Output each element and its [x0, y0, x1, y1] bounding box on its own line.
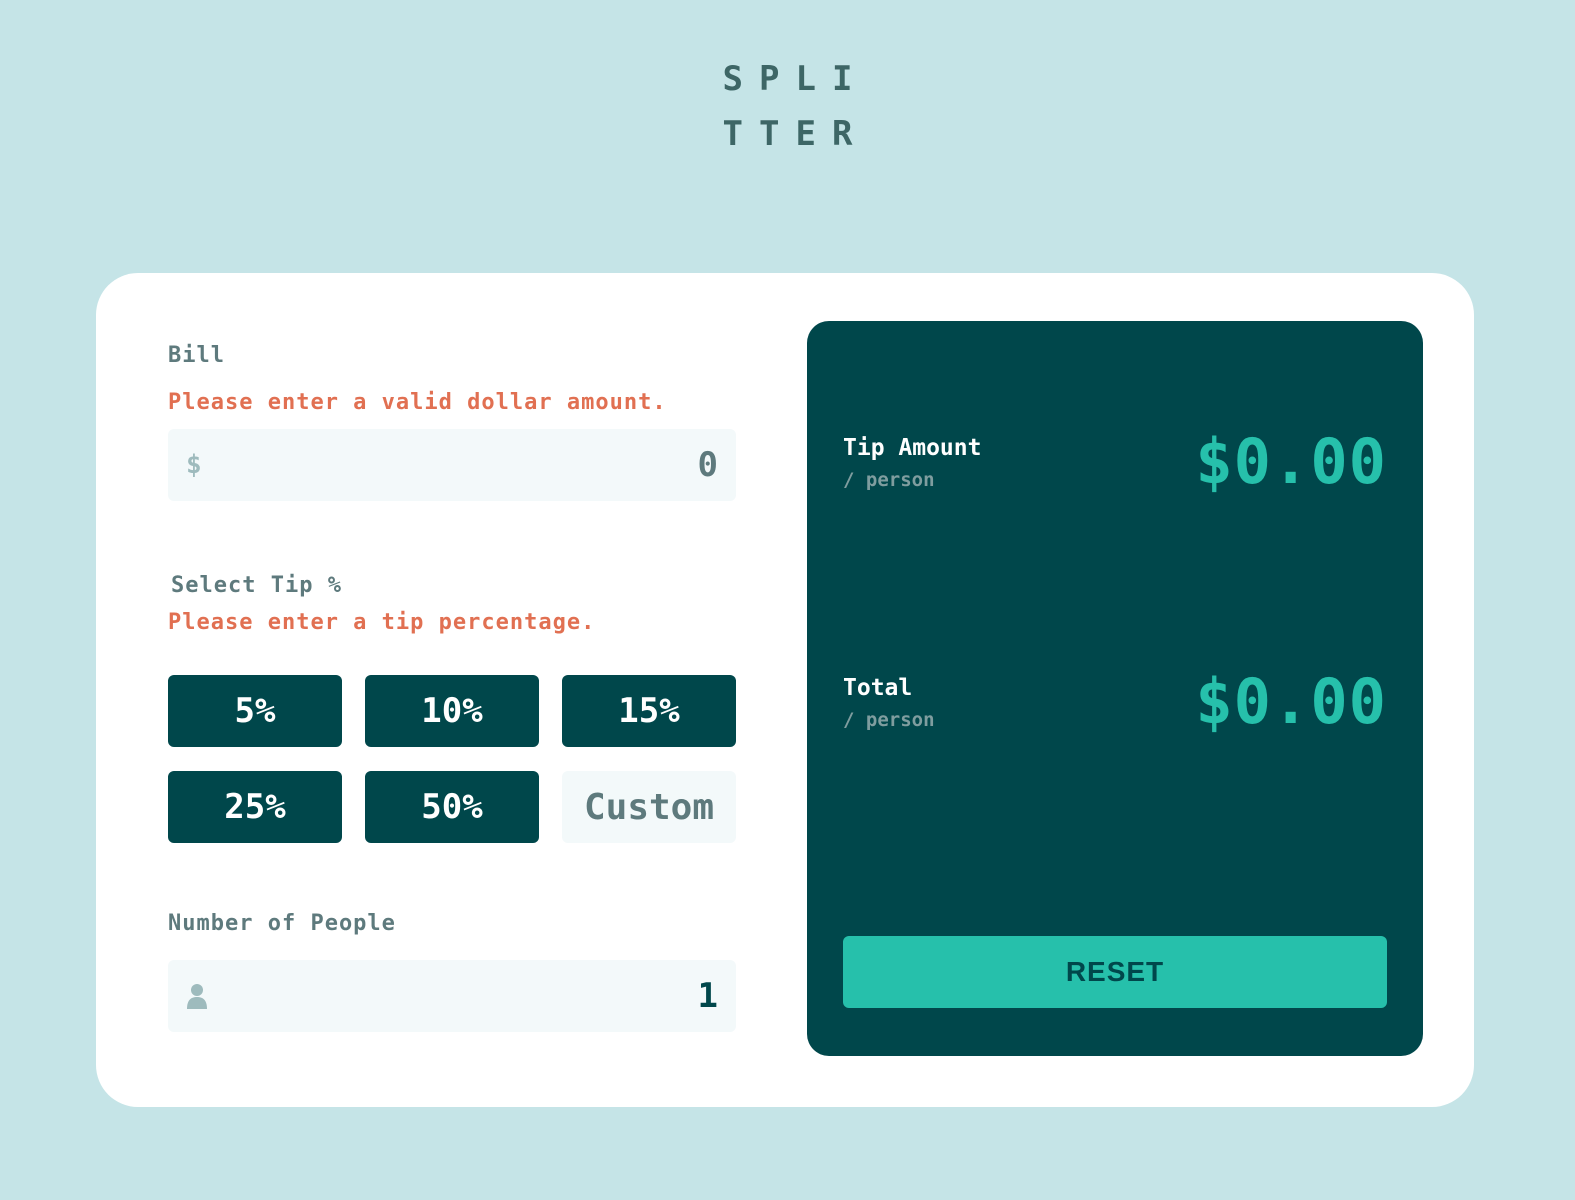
results-panel: Tip Amount / person $0.00 Total / person… [807, 321, 1423, 1056]
calculator-card: Bill Please enter a valid dollar amount.… [96, 273, 1474, 1107]
tip-button-25[interactable]: 25% [168, 771, 342, 843]
bill-error-message: Please enter a valid dollar amount. [168, 390, 667, 415]
tip-button-50[interactable]: 50% [365, 771, 539, 843]
dollar-icon: $ [186, 450, 202, 480]
select-tip-label: Select Tip % [171, 573, 342, 598]
people-input-value[interactable]: 1 [698, 976, 718, 1016]
person-icon [187, 984, 207, 1009]
total-value: $0.00 [1195, 665, 1387, 738]
people-input[interactable]: 1 [168, 960, 736, 1032]
tip-button-15[interactable]: 15% [562, 675, 736, 747]
logo-line-2: TTER [722, 114, 869, 154]
total-per-person: / person [843, 709, 935, 731]
tip-amount-value: $0.00 [1195, 425, 1387, 498]
number-of-people-label: Number of People [168, 911, 396, 936]
reset-button[interactable]: RESET [843, 936, 1387, 1008]
logo-line-1: SPLI [722, 59, 869, 99]
tip-error-message: Please enter a tip percentage. [168, 610, 596, 635]
tip-amount-per-person: / person [843, 469, 935, 491]
bill-input-value[interactable]: 0 [698, 445, 718, 485]
total-row: Total / person $0.00 [843, 665, 1387, 765]
tip-options-grid: 5% 10% 15% 25% 50% Custom [168, 675, 736, 843]
app-logo: SPLI TTER [0, 52, 1575, 162]
tip-button-10[interactable]: 10% [365, 675, 539, 747]
bill-label: Bill [168, 343, 225, 368]
bill-input[interactable]: $ 0 [168, 429, 736, 501]
tip-amount-title: Tip Amount [843, 435, 982, 461]
custom-tip-input[interactable]: Custom [562, 771, 736, 843]
total-title: Total [843, 675, 913, 701]
tip-button-5[interactable]: 5% [168, 675, 342, 747]
tip-amount-row: Tip Amount / person $0.00 [843, 425, 1387, 525]
